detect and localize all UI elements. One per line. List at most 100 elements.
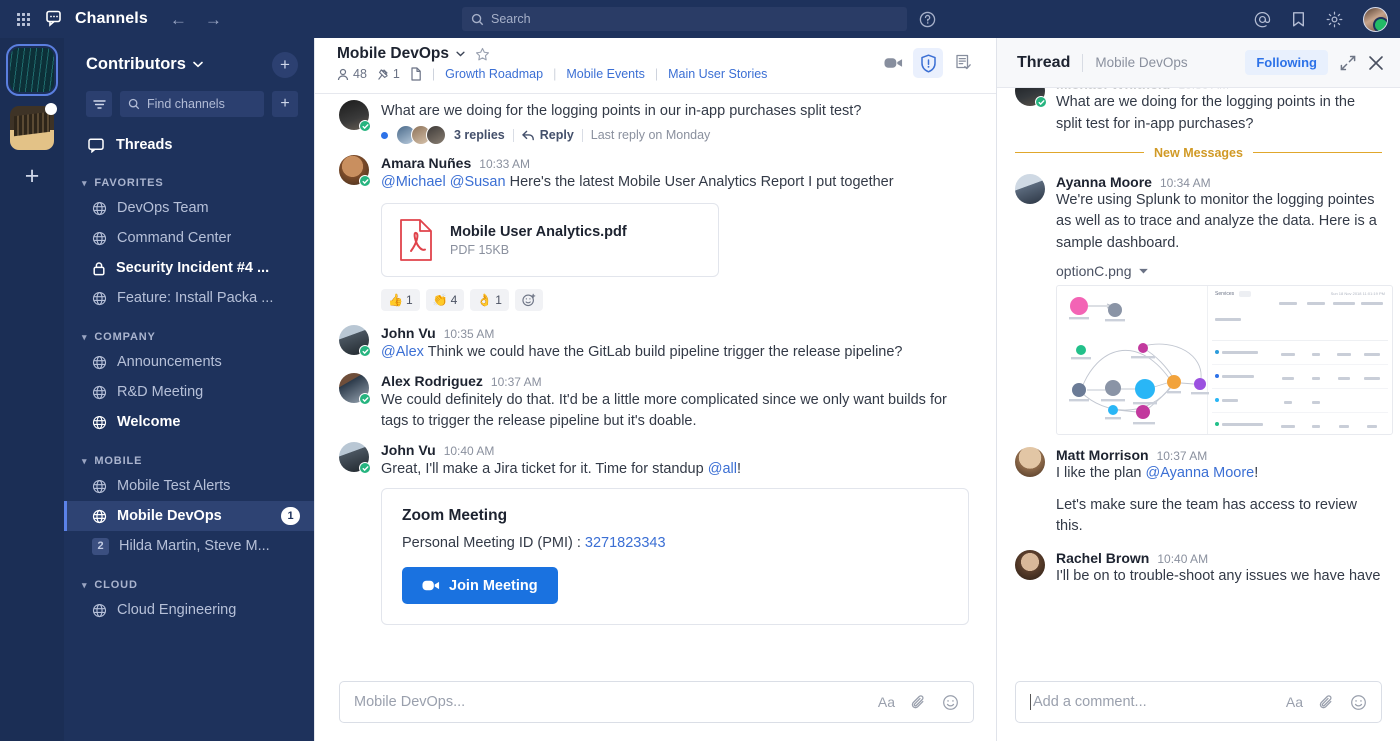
reply-participants[interactable]: [396, 125, 446, 145]
add-reaction-button[interactable]: [515, 289, 543, 311]
sidebar-item-security-incident[interactable]: Security Incident #4 ...: [64, 253, 314, 283]
shield-alert-icon[interactable]: [913, 48, 943, 78]
chevron-down-icon[interactable]: [1139, 268, 1148, 274]
text-format-icon[interactable]: Aa: [878, 694, 895, 710]
mention-alex[interactable]: @Alex: [381, 344, 424, 360]
message-author[interactable]: Michael Whitfield: [1056, 88, 1170, 92]
find-channels-input[interactable]: Find channels: [120, 91, 264, 117]
sidebar-item-mobile-test-alerts[interactable]: Mobile Test Alerts: [64, 471, 314, 501]
global-search-input[interactable]: Search: [462, 7, 907, 31]
message-author[interactable]: Amara Nuñes: [381, 155, 471, 171]
thread-comment-input[interactable]: Add a comment... Aa: [1015, 681, 1382, 723]
avatar[interactable]: [1015, 174, 1045, 204]
mention-all[interactable]: @all: [708, 461, 737, 477]
bookmark-icon[interactable]: [1291, 11, 1306, 28]
sidebar-item-dm-group[interactable]: 2 Hilda Martin, Steve M...: [64, 531, 314, 561]
image-attachment-name[interactable]: optionC.png: [1056, 255, 1382, 285]
sidebar-item-command-center[interactable]: Command Center: [64, 223, 314, 253]
message-text: I'll be on to trouble-shoot any issues w…: [1056, 566, 1382, 588]
attach-icon[interactable]: [911, 694, 926, 711]
sidebar-item-devops-team[interactable]: DevOps Team: [64, 193, 314, 223]
file-attachment-card[interactable]: Mobile User Analytics.pdf PDF 15KB: [381, 203, 719, 277]
following-button[interactable]: Following: [1245, 50, 1328, 75]
files-icon[interactable]: [410, 67, 422, 81]
mention-susan[interactable]: @Susan: [450, 174, 506, 190]
avatar[interactable]: [339, 155, 369, 185]
expand-icon[interactable]: [1340, 55, 1356, 71]
header-link-main-user-stories[interactable]: Main User Stories: [668, 67, 767, 81]
pinned-count[interactable]: 1: [377, 67, 400, 81]
forward-arrow-icon[interactable]: →: [205, 11, 222, 28]
close-icon[interactable]: [1368, 55, 1384, 71]
filter-pill[interactable]: [1239, 291, 1251, 297]
message-author[interactable]: Alex Rodriguez: [381, 373, 483, 389]
join-meeting-button[interactable]: Join Meeting: [402, 567, 558, 604]
video-camera-icon[interactable]: [878, 48, 908, 78]
team-button-1[interactable]: [10, 48, 54, 92]
user-avatar[interactable]: [1363, 7, 1388, 32]
text-format-icon[interactable]: Aa: [1286, 694, 1303, 710]
emoji-icon[interactable]: [942, 694, 959, 711]
spacer: [64, 561, 314, 573]
page-title[interactable]: Mobile DevOps: [337, 45, 449, 63]
avatar[interactable]: [1015, 88, 1045, 106]
filter-icon[interactable]: [86, 91, 112, 117]
avatar[interactable]: [339, 100, 369, 130]
attach-icon[interactable]: [1319, 694, 1334, 711]
team-menu-button[interactable]: Contributors: [86, 55, 203, 74]
avatar[interactable]: [339, 442, 369, 472]
reaction-thumbs-up[interactable]: 👍 1: [381, 289, 420, 311]
avatar[interactable]: [339, 373, 369, 403]
sidebar-item-mobile-devops[interactable]: Mobile DevOps 1: [64, 501, 314, 531]
header-link-growth-roadmap[interactable]: Growth Roadmap: [445, 67, 543, 81]
header-link-mobile-events[interactable]: Mobile Events: [566, 67, 645, 81]
avatar[interactable]: [1015, 550, 1045, 580]
reaction-clap[interactable]: 👏 4: [426, 289, 465, 311]
app-grid-icon[interactable]: [0, 13, 46, 26]
mention-michael[interactable]: @Michael: [381, 174, 446, 190]
service-name: [1222, 351, 1258, 354]
sidebar-group-mobile[interactable]: ▾ MOBILE: [64, 449, 314, 471]
team-button-2[interactable]: [10, 106, 54, 150]
help-icon[interactable]: [919, 11, 936, 28]
sidebar-item-welcome[interactable]: Welcome: [64, 407, 314, 437]
reply-button[interactable]: Reply: [522, 128, 574, 142]
sidebar-item-feature-install[interactable]: Feature: Install Packa ...: [64, 283, 314, 313]
message-time: 10:40 AM: [1157, 552, 1208, 566]
sidebar-item-cloud-engineering[interactable]: Cloud Engineering: [64, 595, 314, 625]
channels-title: Channels: [46, 10, 148, 28]
add-channel-button[interactable]: +: [272, 91, 298, 117]
sidebar-item-announcements[interactable]: Announcements: [64, 347, 314, 377]
dashboard-image[interactable]: Services Sun 18 Nov 2018 11:01:19 PM Ser…: [1056, 285, 1393, 435]
members-count[interactable]: 48: [337, 67, 367, 81]
channel-message-input[interactable]: Mobile DevOps... Aa: [339, 681, 974, 723]
message-author[interactable]: Matt Morrison: [1056, 447, 1149, 463]
message-author[interactable]: John Vu: [381, 442, 436, 458]
sidebar-item-rd-meeting[interactable]: R&D Meeting: [64, 377, 314, 407]
emoji-icon[interactable]: [1350, 694, 1367, 711]
pmi-value[interactable]: 3271823343: [585, 535, 666, 551]
thread-channel-name[interactable]: Mobile DevOps: [1095, 55, 1187, 70]
add-team-icon[interactable]: +: [25, 164, 40, 189]
new-channel-button[interactable]: +: [272, 52, 298, 78]
mentions-icon[interactable]: [1254, 11, 1271, 28]
sidebar-item-threads[interactable]: Threads: [64, 131, 314, 159]
reaction-ok-hand[interactable]: 👌 1: [470, 289, 509, 311]
favorite-star-icon[interactable]: [475, 47, 490, 62]
sidebar-group-cloud[interactable]: ▾ CLOUD: [64, 573, 314, 595]
back-arrow-icon[interactable]: ←: [170, 11, 187, 28]
sidebar-group-company[interactable]: ▾ COMPANY: [64, 325, 314, 347]
avatar[interactable]: [1015, 447, 1045, 477]
sidebar-group-favorites[interactable]: ▾ FAVORITES: [64, 171, 314, 193]
gear-icon[interactable]: [1326, 11, 1343, 28]
pinned-count-value: 1: [393, 67, 400, 81]
replies-count[interactable]: 3 replies: [454, 128, 505, 142]
message-author[interactable]: Rachel Brown: [1056, 550, 1149, 566]
mention-ayanna-moore[interactable]: @Ayanna Moore: [1145, 465, 1254, 481]
globe-icon: [92, 231, 107, 246]
document-check-icon[interactable]: [948, 48, 978, 78]
avatar[interactable]: [339, 325, 369, 355]
chevron-down-icon[interactable]: [456, 51, 465, 57]
message-author[interactable]: John Vu: [381, 325, 436, 341]
message-author[interactable]: Ayanna Moore: [1056, 174, 1152, 190]
